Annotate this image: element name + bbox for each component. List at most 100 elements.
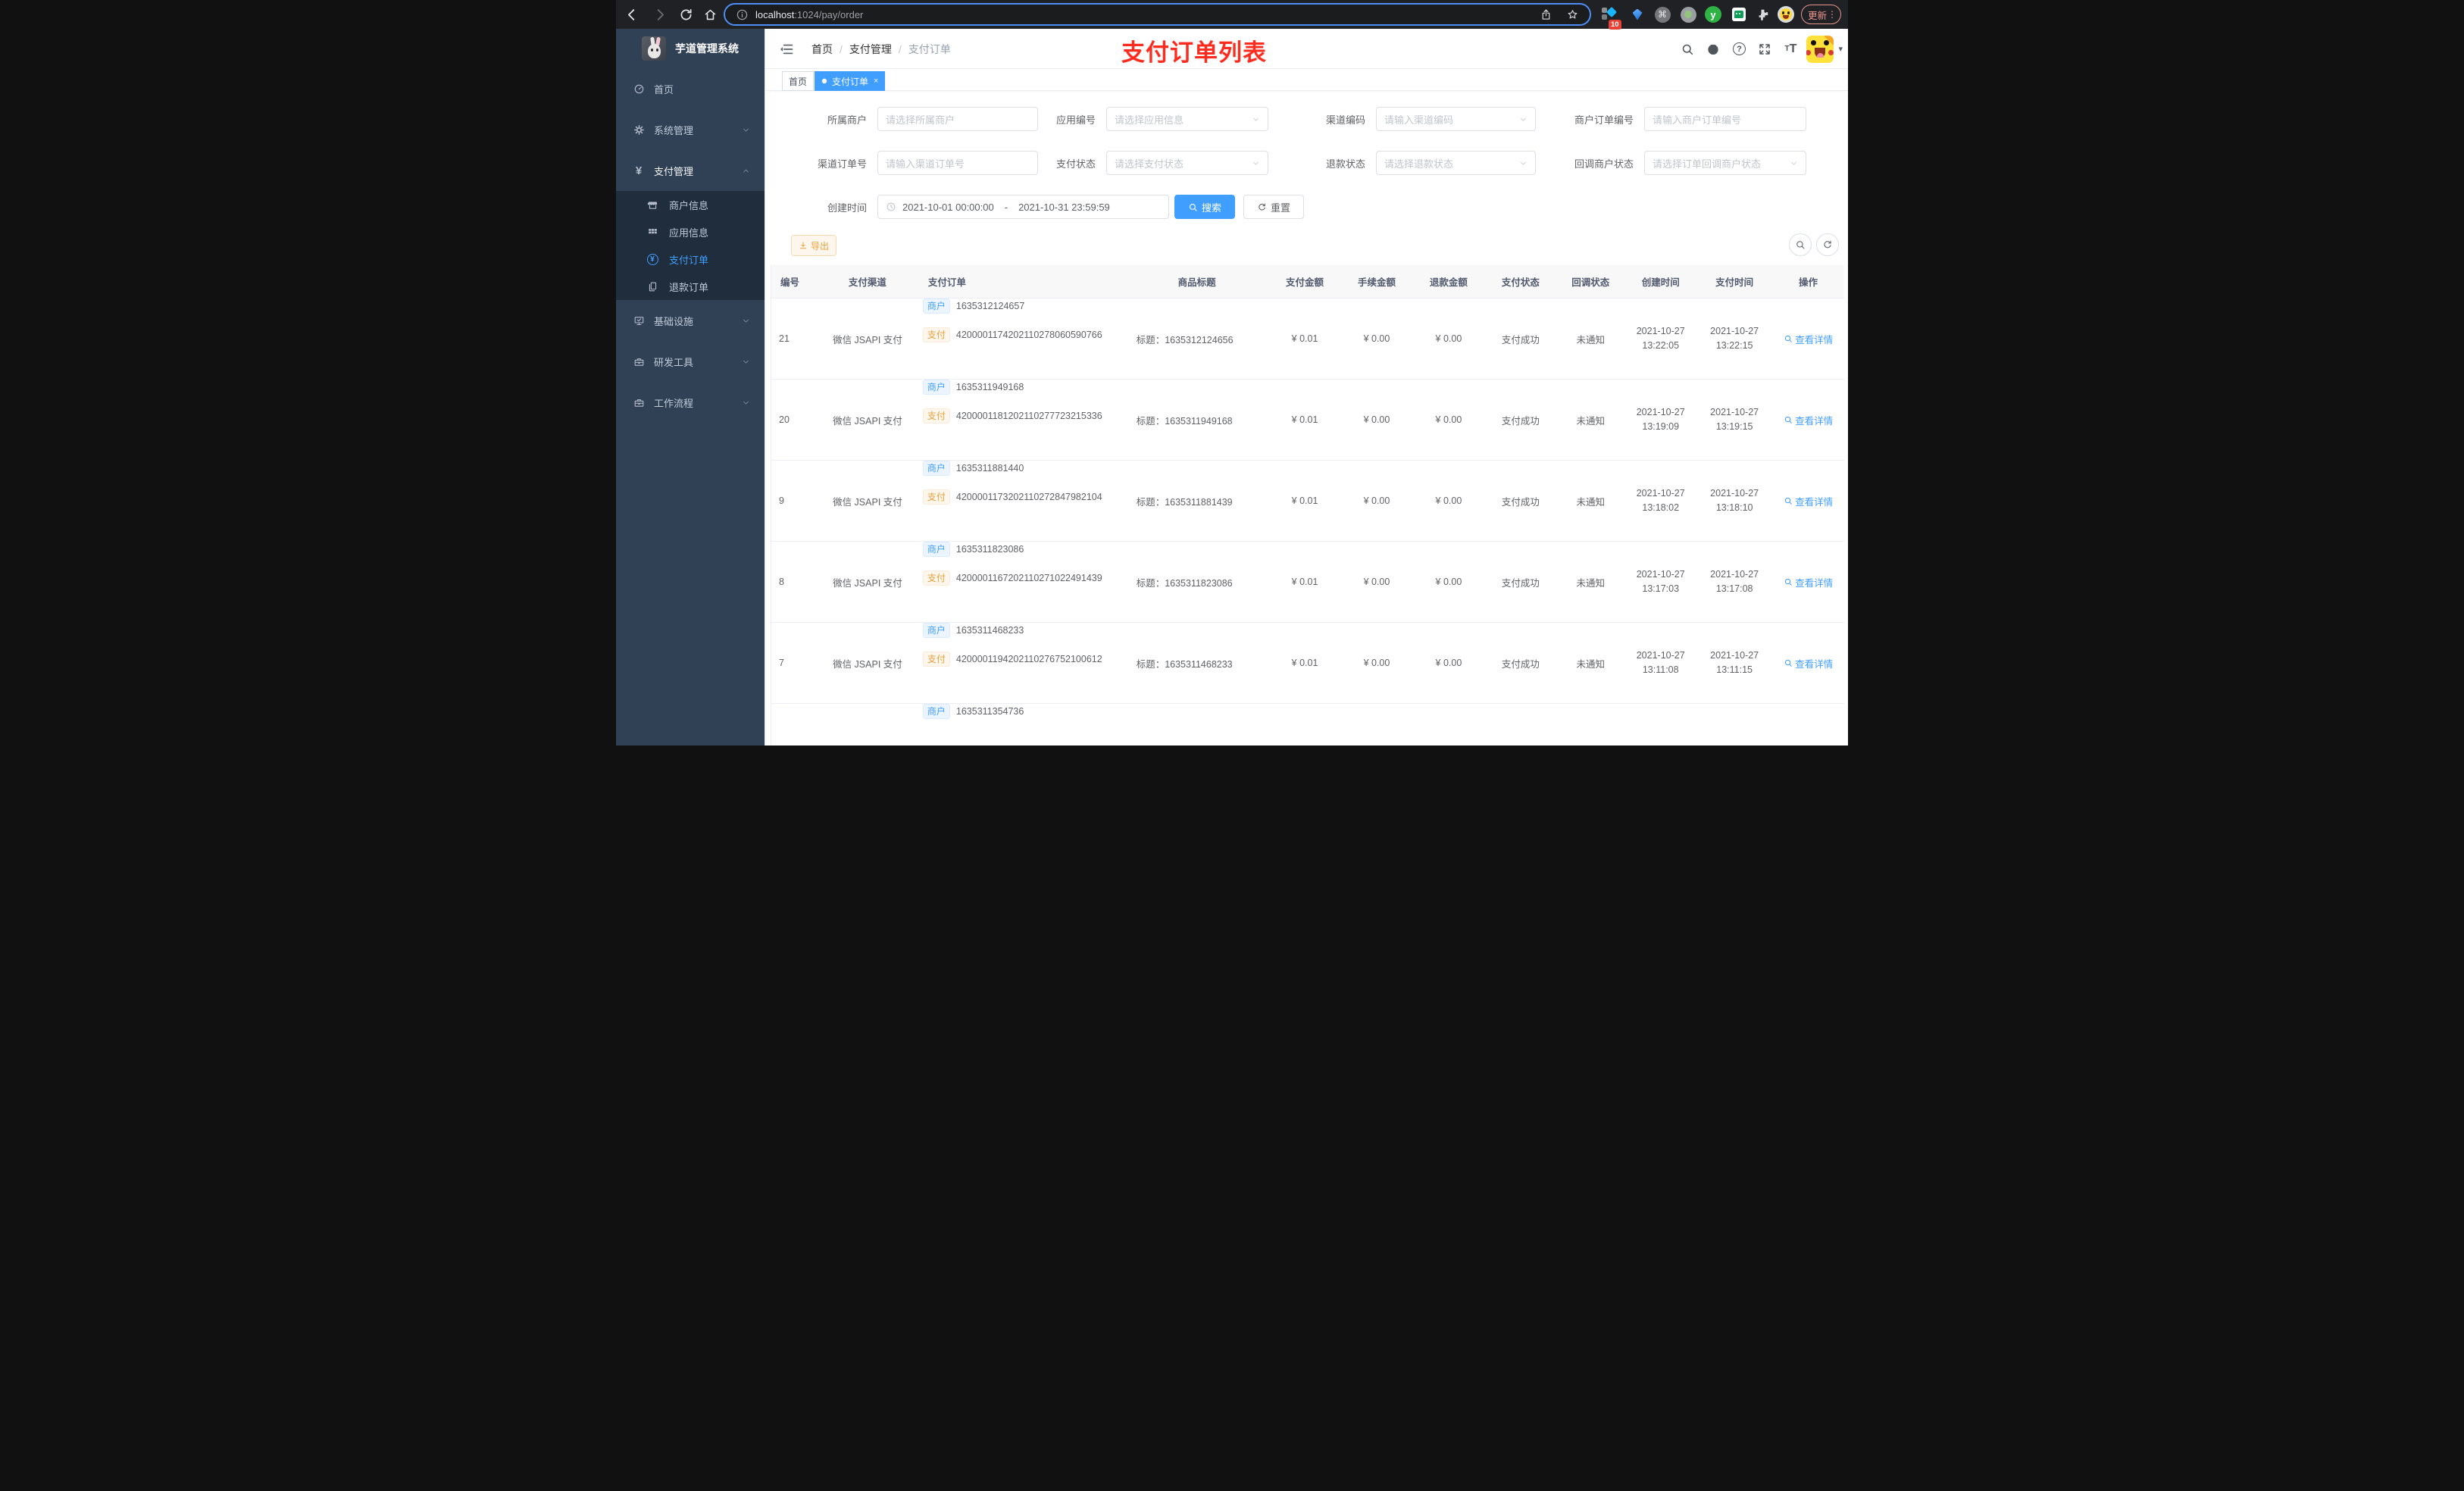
tab-支付订单[interactable]: 支付订单 × bbox=[815, 71, 886, 91]
paid-date: 2021-10-27 bbox=[1710, 406, 1759, 417]
tab-label: 首页 bbox=[789, 76, 808, 87]
column-header-title: 商品标题 bbox=[1177, 277, 1216, 288]
url-bar[interactable]: localhost:1024/pay/order bbox=[724, 3, 1591, 26]
fullscreen-icon[interactable] bbox=[1752, 29, 1778, 69]
search-button[interactable]: 搜索 bbox=[1174, 195, 1235, 219]
breadcrumb-item[interactable]: 首页 bbox=[811, 42, 833, 57]
extension-sketch-icon[interactable]: 10 bbox=[1601, 6, 1621, 30]
breadcrumb-item[interactable]: 支付管理 bbox=[849, 42, 892, 57]
filter-select[interactable]: 请选择订单回调商户状态 bbox=[1644, 151, 1806, 175]
filter-select[interactable]: 请选择支付状态 bbox=[1106, 151, 1268, 175]
cell-action: 查看详情 bbox=[1772, 623, 1844, 703]
breadcrumb-separator: / bbox=[840, 42, 843, 55]
view-detail-link[interactable]: 查看详情 bbox=[1784, 332, 1833, 346]
pay-order-no: 4200001174202110278060590766 bbox=[955, 330, 1102, 340]
cell-status bbox=[1484, 704, 1556, 746]
filter-label: 应用编号 bbox=[1055, 114, 1096, 126]
column-header-order: 支付订单 bbox=[927, 277, 966, 288]
cell-order: 商户 1635311949168 支付 42000011812021102777232… bbox=[917, 380, 1125, 460]
filter-label: 商户订单编号 bbox=[1574, 114, 1634, 126]
cell-channel: 微信 JSAPI 支付 bbox=[833, 415, 902, 427]
font-size-icon[interactable]: TT bbox=[1778, 29, 1803, 69]
bookmark-star-icon[interactable] bbox=[1566, 8, 1579, 21]
github-icon[interactable] bbox=[1700, 29, 1726, 69]
merchant-order-no: 1635311823086 bbox=[955, 544, 1024, 555]
reset-button[interactable]: 重置 bbox=[1243, 195, 1304, 219]
cell-action: 查看详情 bbox=[1772, 461, 1844, 541]
avatar-caret-icon[interactable]: ▾ bbox=[1838, 44, 1843, 54]
filter-label: 回调商户状态 bbox=[1574, 158, 1634, 170]
table-row: 21 微信 JSAPI 支付 商户 1635312124657 支付 4200001174… bbox=[771, 299, 1844, 380]
sidebar-item-app-info[interactable]: 应用信息 bbox=[616, 218, 765, 245]
extensions-puzzle-icon[interactable] bbox=[1754, 6, 1771, 23]
filter-select[interactable]: 请选择退款状态 bbox=[1376, 151, 1536, 175]
filter-input[interactable]: 请输入商户订单编号 bbox=[1644, 107, 1806, 131]
cell-created: 2021-10-27 13:11:08 bbox=[1624, 623, 1696, 703]
sidebar-item-system[interactable]: 系统管理 bbox=[616, 109, 765, 150]
sidebar-item-infrastructure[interactable]: 基础设施 bbox=[616, 300, 765, 341]
cell-order: 商户 1635311823086 支付 42000011672021102710224… bbox=[917, 542, 1125, 622]
user-avatar[interactable] bbox=[1806, 35, 1834, 63]
filter-input[interactable]: 请选择所属商户 bbox=[877, 107, 1038, 131]
extension-gem-icon[interactable] bbox=[1629, 6, 1646, 23]
tags-view-bar: 首页 支付订单 × bbox=[765, 69, 1848, 91]
extension-record-icon[interactable] bbox=[1680, 6, 1696, 23]
browser-menu-icon[interactable]: ⋮ bbox=[1828, 9, 1837, 20]
sidebar-item-home[interactable]: 首页 bbox=[616, 68, 765, 109]
placeholder-text: 请选择订单回调商户状态 bbox=[1653, 158, 1762, 170]
toolbox-icon bbox=[633, 355, 645, 367]
browser-home-icon[interactable] bbox=[702, 7, 718, 22]
chevron-down-icon bbox=[741, 357, 751, 367]
help-icon[interactable]: ? bbox=[1726, 29, 1752, 69]
placeholder-text: 请选择支付状态 bbox=[1115, 158, 1184, 170]
pay-order-no: 4200001167202110271022491439 bbox=[955, 573, 1102, 583]
share-icon[interactable] bbox=[1540, 8, 1553, 21]
tab-首页[interactable]: 首页 bbox=[782, 71, 815, 91]
browser-back-icon[interactable] bbox=[624, 7, 639, 22]
sidebar-item-merchant-info[interactable]: 商户信息 bbox=[616, 191, 765, 218]
cell-title bbox=[1125, 704, 1269, 746]
browser-forward-icon[interactable] bbox=[652, 7, 668, 22]
paid-time: 13:17:08 bbox=[1715, 583, 1753, 594]
extension-y-icon[interactable]: y bbox=[1705, 6, 1721, 23]
date-range-input[interactable]: 2021-10-01 00:00:00-2021-10-31 23:59:59 bbox=[877, 195, 1169, 219]
filter-label: 渠道编码 bbox=[1325, 114, 1365, 126]
site-info-icon[interactable] bbox=[736, 8, 749, 21]
view-detail-link[interactable]: 查看详情 bbox=[1784, 656, 1833, 670]
table-header: 编号 支付渠道 支付订单 商品标题 支付金额 手续金额 退款金额 支付状态 回调状态 创建时间 支付… bbox=[771, 265, 1844, 299]
merchant-tag: 商户 bbox=[922, 704, 950, 719]
filter-input[interactable]: 请输入渠道订单号 bbox=[877, 151, 1038, 175]
sidebar-item-workflow[interactable]: 工作流程 bbox=[616, 382, 765, 423]
view-detail-link[interactable]: 查看详情 bbox=[1784, 575, 1833, 589]
filter-select[interactable]: 请输入渠道编码 bbox=[1376, 107, 1536, 131]
created-date: 2021-10-27 bbox=[1636, 406, 1685, 417]
extension-emoji-avatar[interactable] bbox=[1778, 6, 1794, 23]
cell-refund: ¥ 0.00 bbox=[1435, 577, 1462, 587]
search-icon[interactable] bbox=[1674, 29, 1700, 69]
sidebar-item-refund-order[interactable]: 退款订单 bbox=[616, 273, 765, 300]
cell-id: 7 bbox=[779, 658, 784, 668]
paid-date: 2021-10-27 bbox=[1710, 487, 1759, 499]
sidebar-toggle-icon[interactable] bbox=[779, 42, 794, 57]
breadcrumb: 首页 / 支付管理 / 支付订单 bbox=[811, 29, 951, 69]
toggle-search-button[interactable] bbox=[1789, 233, 1812, 256]
sidebar-item-pay-order[interactable]: ¥ 支付订单 bbox=[616, 245, 765, 273]
extension-command-icon[interactable]: ⌘ bbox=[1654, 6, 1671, 23]
close-tab-icon[interactable]: × bbox=[874, 77, 878, 86]
extension-chat-icon[interactable] bbox=[1731, 6, 1747, 23]
created-time: 13:18:02 bbox=[1642, 502, 1680, 513]
export-button[interactable]: 导出 bbox=[791, 235, 836, 256]
view-detail-link[interactable]: 查看详情 bbox=[1784, 494, 1833, 508]
browser-update-button[interactable]: 更新 ⋮ bbox=[1801, 5, 1841, 24]
refresh-button[interactable] bbox=[1816, 233, 1839, 256]
sidebar-item-payment[interactable]: ¥ 支付管理 bbox=[616, 150, 765, 191]
cell-paid: 2021-10-27 13:22:15 bbox=[1696, 299, 1772, 379]
browser-reload-icon[interactable] bbox=[678, 7, 693, 22]
yen-icon: ¥ bbox=[635, 164, 643, 177]
sidebar-item-dev-tools[interactable]: 研发工具 bbox=[616, 341, 765, 382]
cell-refund: ¥ 0.00 bbox=[1435, 414, 1462, 425]
column-header-created: 创建时间 bbox=[1641, 277, 1680, 288]
filter-select[interactable]: 请选择应用信息 bbox=[1106, 107, 1268, 131]
sidebar-item-label: 支付管理 bbox=[654, 165, 694, 177]
view-detail-link[interactable]: 查看详情 bbox=[1784, 413, 1833, 427]
